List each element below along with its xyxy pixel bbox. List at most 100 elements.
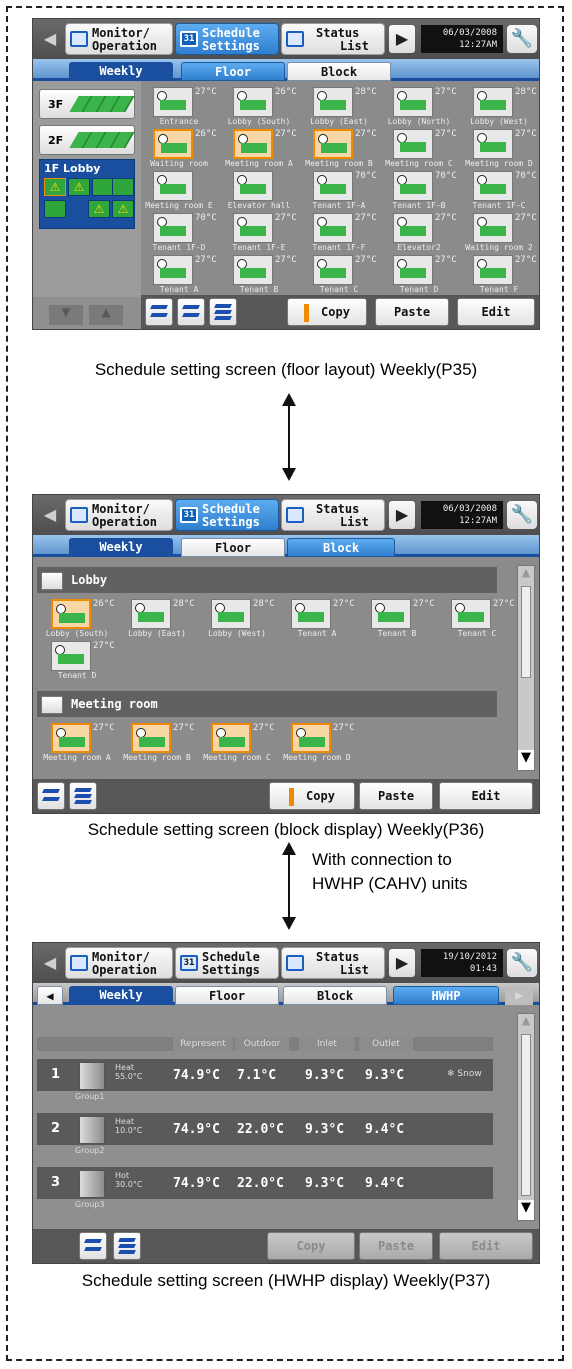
- tab-block[interactable]: Block: [283, 986, 387, 1005]
- tab-scroll-right-button[interactable]: ▶: [505, 986, 533, 1005]
- tab-block[interactable]: Block: [287, 538, 395, 557]
- monitor-operation-button[interactable]: Monitor/ Operation: [65, 23, 173, 55]
- tab-weekly[interactable]: Weekly: [69, 986, 173, 1005]
- scrollbar[interactable]: ▲ ▼: [517, 565, 535, 771]
- device-item[interactable]: 70°C Tenant 1F-D: [133, 213, 225, 255]
- wrench-icon[interactable]: 🔧: [507, 501, 537, 529]
- device-item[interactable]: 28°C Lobby (West): [453, 87, 545, 129]
- floor-2f-button[interactable]: 2F: [39, 125, 135, 155]
- device-item[interactable]: 27°C Tenant B: [213, 255, 305, 297]
- view-layout-3-button[interactable]: [209, 298, 237, 326]
- device-item[interactable]: 27°C Tenant 1F-F: [293, 213, 385, 255]
- floor-1f-lobby[interactable]: 1F Lobby ⚠ ⚠ ⚠ ⚠: [39, 159, 135, 229]
- hwhp-row[interactable]: 2 Heat 10.0°C 74.9°C 22.0°C 9.3°C 9.4°C Group2: [37, 1113, 493, 1155]
- forward-arrow-icon[interactable]: ▶: [389, 25, 415, 53]
- floor-scroll-down-button[interactable]: ▼: [49, 305, 83, 325]
- scrollbar[interactable]: ▲ ▼: [517, 1013, 535, 1221]
- tab-scroll-left-button[interactable]: ◀: [37, 986, 63, 1005]
- schedule-settings-button[interactable]: 31 Schedule Settings: [175, 947, 279, 979]
- floor-3f-button[interactable]: 3F: [39, 89, 135, 119]
- status-list-button[interactable]: Status List: [281, 499, 385, 531]
- hwhp-row[interactable]: 1 Heat 55.0°C 74.9°C 7.1°C 9.3°C 9.3°C ❄ Snow Gr…: [37, 1059, 493, 1101]
- device-item[interactable]: 70°C Tenant 1F-B: [373, 171, 465, 213]
- tab-weekly[interactable]: Weekly: [69, 62, 173, 81]
- monitor-operation-button[interactable]: Monitor/ Operation: [65, 499, 173, 531]
- view-layout-2-button[interactable]: [177, 298, 205, 326]
- scroll-down-icon[interactable]: ▼: [518, 1200, 534, 1220]
- edit-button[interactable]: Edit: [457, 298, 535, 326]
- status-list-button[interactable]: Status List: [281, 947, 385, 979]
- view-layout-1-button[interactable]: [145, 298, 173, 326]
- forward-arrow-icon[interactable]: ▶: [389, 501, 415, 529]
- device-item[interactable]: 70°C Tenant 1F-A: [293, 171, 385, 213]
- device-item[interactable]: 27°C Tenant D: [33, 641, 123, 683]
- back-arrow-icon[interactable]: ◀: [37, 501, 63, 529]
- device-item[interactable]: 27°C Meeting room C: [191, 723, 283, 765]
- schedule-settings-button[interactable]: 31 Schedule Settings: [175, 23, 279, 55]
- device-item[interactable]: 27°C Meeting room D: [453, 129, 545, 171]
- monitor-operation-button[interactable]: Monitor/ Operation: [65, 947, 173, 979]
- scroll-down-icon[interactable]: ▼: [518, 750, 534, 770]
- device-item[interactable]: 27°C Entrance: [133, 87, 225, 129]
- tab-block[interactable]: Block: [287, 62, 391, 81]
- copy-button[interactable]: Copy: [287, 298, 367, 326]
- view-layout-1-button[interactable]: [37, 782, 65, 810]
- device-item[interactable]: 27°C Tenant B: [351, 599, 443, 641]
- scroll-up-icon[interactable]: ▲: [518, 1014, 534, 1032]
- tab-floor[interactable]: Floor: [181, 62, 285, 81]
- status-list-button[interactable]: Status List: [281, 23, 385, 55]
- paste-button[interactable]: Paste: [375, 298, 449, 326]
- tab-hwhp[interactable]: HWHP: [393, 986, 499, 1005]
- block-header-meeting-room[interactable]: Meeting room: [37, 691, 497, 717]
- device-item[interactable]: 27°C Tenant F: [453, 255, 545, 297]
- device-item[interactable]: 27°C Tenant C: [431, 599, 523, 641]
- view-layout-3-button[interactable]: [113, 1232, 141, 1260]
- view-layout-3-button[interactable]: [69, 782, 97, 810]
- hwhp-row[interactable]: 3 Hot 30.0°C 74.9°C 22.0°C 9.3°C 9.4°C Group3: [37, 1167, 493, 1209]
- device-item[interactable]: 26°C Lobby (South): [213, 87, 305, 129]
- device-item[interactable]: 28°C Lobby (East): [293, 87, 385, 129]
- forward-arrow-icon[interactable]: ▶: [389, 949, 415, 977]
- wrench-icon[interactable]: 🔧: [507, 25, 537, 53]
- block-header-lobby[interactable]: Lobby: [37, 567, 497, 593]
- device-item[interactable]: Meeting room E: [133, 171, 225, 213]
- device-item[interactable]: 27°C Tenant A: [271, 599, 363, 641]
- edit-button[interactable]: Edit: [439, 782, 533, 810]
- device-item[interactable]: 27°C Meeting room A: [213, 129, 305, 171]
- device-item[interactable]: 28°C Lobby (East): [111, 599, 203, 641]
- paste-button[interactable]: Paste: [359, 782, 433, 810]
- edit-button[interactable]: Edit: [439, 1232, 533, 1260]
- device-item[interactable]: 27°C Meeting room D: [271, 723, 363, 765]
- wrench-icon[interactable]: 🔧: [507, 949, 537, 977]
- device-item[interactable]: 27°C Tenant 1F-E: [213, 213, 305, 255]
- copy-button[interactable]: Copy: [269, 782, 355, 810]
- scroll-thumb[interactable]: [521, 1034, 531, 1196]
- device-item[interactable]: 27°C Meeting room B: [293, 129, 385, 171]
- tab-weekly[interactable]: Weekly: [69, 538, 173, 557]
- paste-button[interactable]: Paste: [359, 1232, 433, 1260]
- device-item[interactable]: 27°C Tenant C: [293, 255, 385, 297]
- device-item[interactable]: 27°C Tenant A: [133, 255, 225, 297]
- device-item[interactable]: 26°C Waiting room: [133, 129, 225, 171]
- tab-floor[interactable]: Floor: [181, 538, 285, 557]
- floor-scroll-up-button[interactable]: ▲: [89, 305, 123, 325]
- back-arrow-icon[interactable]: ◀: [37, 25, 63, 53]
- schedule-settings-button[interactable]: 31 Schedule Settings: [175, 499, 279, 531]
- device-item[interactable]: 70°C Tenant 1F-C: [453, 171, 545, 213]
- device-item[interactable]: 26°C Lobby (South): [33, 599, 123, 641]
- device-item[interactable]: 27°C Meeting room A: [33, 723, 123, 765]
- device-item[interactable]: 27°C Meeting room B: [111, 723, 203, 765]
- device-item[interactable]: 27°C Meeting room C: [373, 129, 465, 171]
- back-arrow-icon[interactable]: ◀: [37, 949, 63, 977]
- tab-floor[interactable]: Floor: [175, 986, 279, 1005]
- device-item[interactable]: 27°C Tenant D: [373, 255, 465, 297]
- device-item[interactable]: 27°C Elevator2: [373, 213, 465, 255]
- scroll-up-icon[interactable]: ▲: [518, 566, 534, 584]
- device-item[interactable]: Elevator hall: [213, 171, 305, 213]
- device-item[interactable]: 28°C Lobby (West): [191, 599, 283, 641]
- device-item[interactable]: 27°C Waiting room 2: [453, 213, 545, 255]
- scroll-thumb[interactable]: [521, 586, 531, 678]
- copy-button[interactable]: Copy: [267, 1232, 355, 1260]
- view-layout-1-button[interactable]: [79, 1232, 107, 1260]
- device-item[interactable]: 27°C Lobby (North): [373, 87, 465, 129]
